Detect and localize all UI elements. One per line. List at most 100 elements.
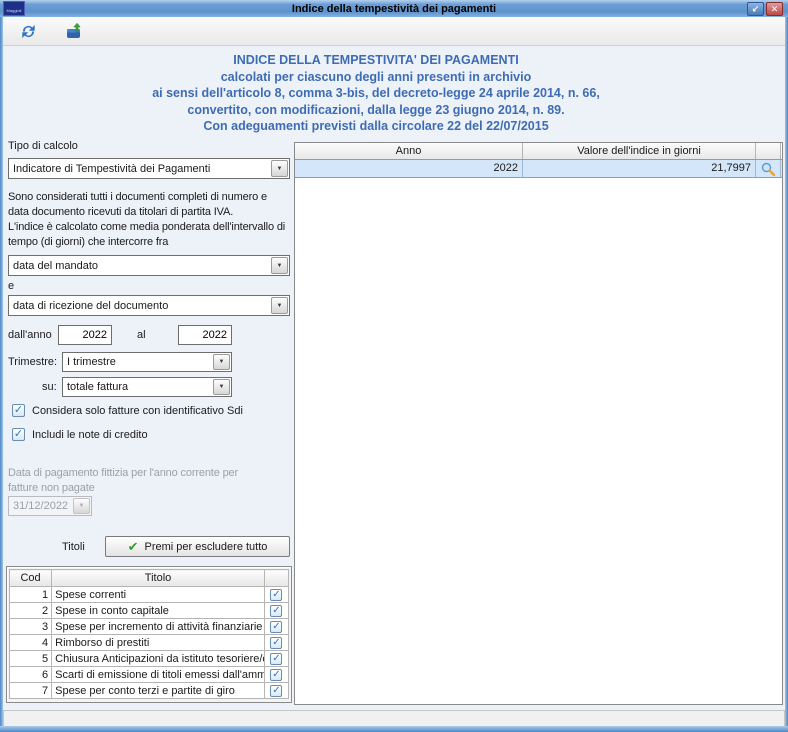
table-row[interactable]: 5 Chiusura Anticipazioni da istituto tes… [10, 651, 289, 667]
al-label: al [137, 329, 146, 341]
table-row[interactable]: 3 Spese per incremento di attività finan… [10, 619, 289, 635]
trimestre-value: I trimestre [63, 356, 212, 368]
detail-button[interactable] [756, 160, 781, 177]
titolo-name: Chiusura Anticipazioni da istituto tesor… [52, 651, 265, 667]
titoli-table-panel: Cod Titolo 1 Spese correnti ✓ 2 Spese in… [6, 566, 292, 703]
titolo-cod: 5 [10, 651, 52, 667]
su-label: su: [42, 381, 57, 393]
status-bar [3, 710, 785, 726]
restore-arrow-icon: ↙ [752, 5, 760, 14]
description-line: Sono considerati tutti i documenti compl… [8, 190, 294, 205]
titolo-checkbox[interactable]: ✓ [270, 605, 282, 617]
note-credito-checkbox-row: ✓ Includi le note di credito [12, 428, 148, 441]
titoli-table: Cod Titolo 1 Spese correnti ✓ 2 Spese in… [9, 569, 289, 699]
data-fine-select[interactable]: data di ricezione del documento ▼ [8, 295, 290, 316]
close-icon: ✕ [771, 5, 779, 14]
app-logo-icon: Maggioli [3, 1, 25, 16]
results-header-icon-col [756, 143, 781, 159]
titoli-header-titolo: Titolo [52, 570, 265, 587]
data-inizio-select[interactable]: data del mandato ▼ [8, 255, 290, 276]
page-title: INDICE DELLA TEMPESTIVITA' DEI PAGAMENTI… [0, 52, 752, 135]
window-frame-bottom [0, 726, 788, 732]
titoli-header-cod: Cod [10, 570, 52, 587]
chevron-down-icon[interactable]: ▼ [213, 379, 230, 395]
heading-line: calcolati per ciascuno degli anni presen… [0, 69, 752, 86]
titolo-name: Spese correnti [52, 587, 265, 603]
description-line: L'indice è calcolato come media ponderat… [8, 220, 294, 235]
note-credito-checkbox-label: Includi le note di credito [32, 429, 148, 441]
heading-line: ai sensi dell'articolo 8, comma 3-bis, d… [0, 85, 752, 102]
table-row[interactable]: 2 Spese in conto capitale ✓ [10, 603, 289, 619]
trimestre-select[interactable]: I trimestre ▼ [62, 352, 232, 372]
titolo-checkbox[interactable]: ✓ [270, 653, 282, 665]
data-fittizia-select: 31/12/2022 ▼ [8, 496, 92, 516]
titolo-checkbox[interactable]: ✓ [270, 669, 282, 681]
sdi-checkbox[interactable]: ✓ [12, 404, 25, 417]
chevron-down-icon: ▼ [73, 498, 90, 514]
titolo-name: Spese in conto capitale [52, 603, 265, 619]
heading-line: convertito, con modificazioni, dalla leg… [0, 102, 752, 119]
heading-line: Con adeguamenti previsti dalla circolare… [0, 118, 752, 135]
chevron-down-icon[interactable]: ▼ [271, 160, 288, 177]
data-fittizia-value: 31/12/2022 [9, 500, 72, 512]
titoli-header-row: Cod Titolo [10, 570, 289, 587]
titolo-name: Rimborso di prestiti [52, 635, 265, 651]
al-anno-input[interactable] [178, 325, 232, 345]
titolo-cod: 1 [10, 587, 52, 603]
heading-line: INDICE DELLA TEMPESTIVITA' DEI PAGAMENTI [0, 52, 752, 69]
results-header-row: Anno Valore dell'indice in giorni [295, 143, 782, 160]
titoli-header-check [264, 570, 288, 587]
titolo-cod: 3 [10, 619, 52, 635]
trimestre-label: Trimestre: [8, 356, 57, 368]
magnifier-icon [760, 161, 776, 177]
description-line: data documento ricevuti da titolari di p… [8, 205, 294, 220]
titolo-name: Spese per conto terzi e partite di giro [52, 683, 265, 699]
result-anno: 2022 [295, 160, 523, 177]
titolo-checkbox[interactable]: ✓ [270, 589, 282, 601]
window-title: Indice della tempestività dei pagamenti [0, 3, 788, 15]
table-row[interactable]: 6 Scarti di emissione di titoli emessi d… [10, 667, 289, 683]
data-inizio-value: data del mandato [9, 260, 270, 272]
table-row[interactable]: 4 Rimborso di prestiti ✓ [10, 635, 289, 651]
table-row[interactable]: 1 Spese correnti ✓ [10, 587, 289, 603]
titolo-cod: 6 [10, 667, 52, 683]
app-window: Maggioli Indice della tempestività dei p… [0, 0, 788, 732]
calc-description: Sono considerati tutti i documenti compl… [8, 190, 294, 250]
titolo-cod: 2 [10, 603, 52, 619]
refresh-button[interactable] [17, 20, 39, 42]
escludi-tutto-button-label: Premi per escludere tutto [145, 541, 268, 553]
sdi-checkbox-label: Considera solo fatture con identificativ… [32, 405, 243, 417]
tipo-di-calcolo-label: Tipo di calcolo [8, 140, 78, 152]
dallanno-input[interactable] [58, 325, 112, 345]
results-header-valore: Valore dell'indice in giorni [523, 143, 756, 159]
escludi-tutto-button[interactable]: ✔ Premi per escludere tutto [105, 536, 290, 557]
su-select[interactable]: totale fattura ▼ [62, 377, 232, 397]
titolo-name: Spese per incremento di attività finanzi… [52, 619, 265, 635]
toolbar [3, 17, 785, 46]
titolo-cod: 4 [10, 635, 52, 651]
note-credito-checkbox[interactable]: ✓ [12, 428, 25, 441]
titolo-checkbox[interactable]: ✓ [270, 637, 282, 649]
tipo-di-calcolo-select[interactable]: Indicatore di Tempestività dei Pagamenti… [8, 158, 290, 179]
sdi-checkbox-row: ✓ Considera solo fatture con identificat… [12, 404, 243, 417]
green-check-icon: ✔ [128, 540, 139, 553]
titolo-checkbox[interactable]: ✓ [270, 621, 282, 633]
su-value: totale fattura [63, 381, 212, 393]
export-icon [64, 21, 84, 41]
titolo-name: Scarti di emissione di titoli emessi dal… [52, 667, 265, 683]
chevron-down-icon[interactable]: ▼ [271, 297, 288, 314]
titoli-label: Titoli [62, 541, 85, 553]
data-fittizia-label-line: fatture non pagate [8, 481, 294, 496]
close-button[interactable]: ✕ [766, 2, 783, 16]
description-line: tempo (di giorni) che intercorre fra [8, 235, 294, 250]
chevron-down-icon[interactable]: ▼ [271, 257, 288, 274]
titolo-checkbox[interactable]: ✓ [270, 685, 282, 697]
result-valore: 21,7997 [523, 160, 756, 177]
chevron-down-icon[interactable]: ▼ [213, 354, 230, 370]
table-row[interactable]: 7 Spese per conto terzi e partite di gir… [10, 683, 289, 699]
dallanno-label: dall'anno [8, 329, 52, 341]
data-fittizia-label-line: Data di pagamento fittizia per l'anno co… [8, 466, 294, 481]
restore-button[interactable]: ↙ [747, 2, 764, 16]
result-row[interactable]: 2022 21,7997 [295, 160, 782, 178]
export-button[interactable] [63, 20, 85, 42]
